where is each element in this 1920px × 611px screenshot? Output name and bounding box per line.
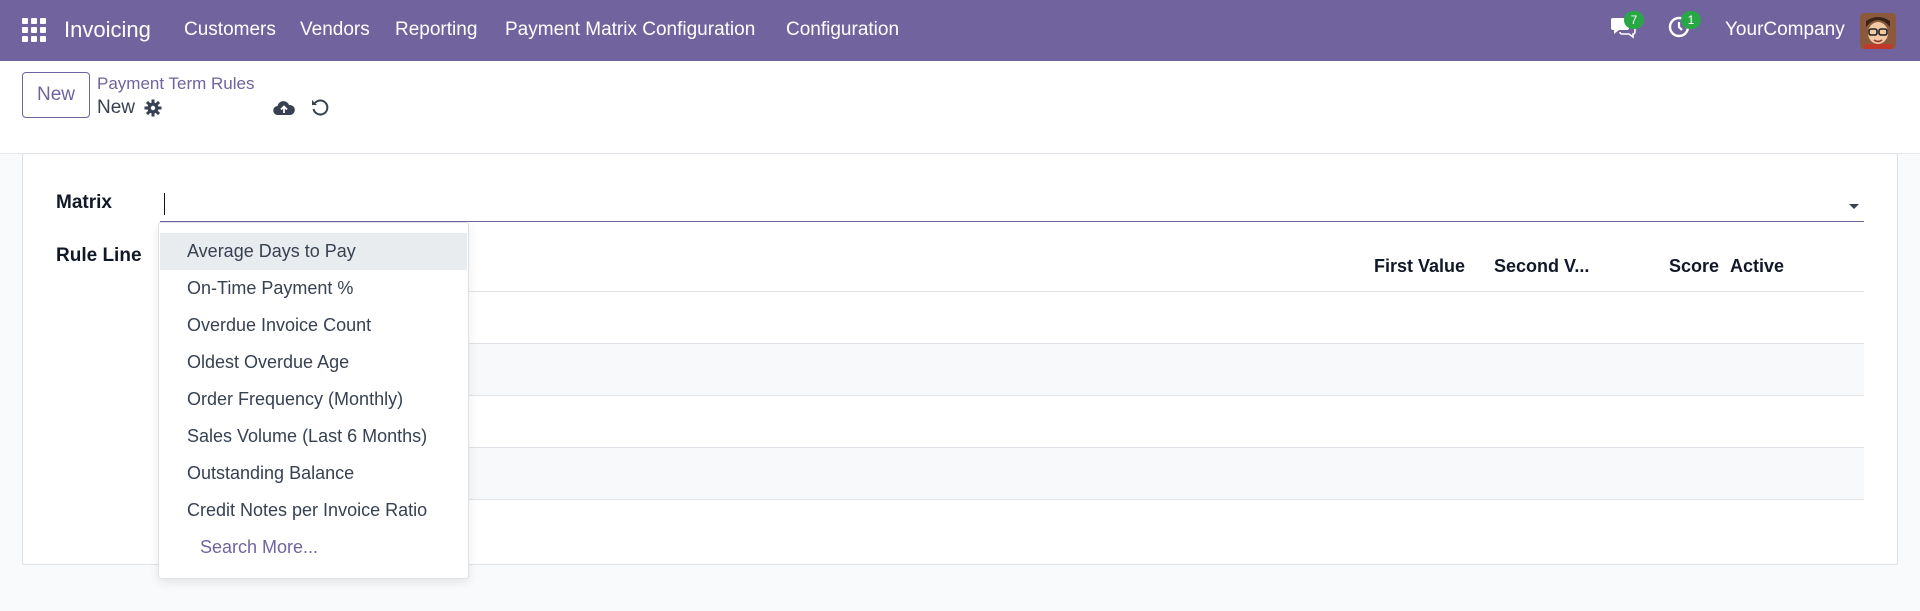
matrix-dropdown-caret-icon[interactable]	[1849, 204, 1859, 209]
menu-configuration[interactable]: Configuration	[786, 19, 899, 41]
dropdown-option[interactable]: Sales Volume (Last 6 Months)	[160, 418, 467, 455]
rule-line-label: Rule Line	[56, 245, 142, 266]
dropdown-option[interactable]: On-Time Payment %	[160, 270, 467, 307]
user-avatar[interactable]	[1860, 13, 1896, 49]
activities-button[interactable]: 1	[1667, 11, 1701, 43]
dropdown-option[interactable]: Credit Notes per Invoice Ratio	[160, 492, 467, 529]
apps-menu-icon[interactable]	[22, 18, 46, 42]
search-more-link[interactable]: Search More...	[200, 529, 318, 566]
dropdown-option[interactable]: Oldest Overdue Age	[160, 344, 467, 381]
save-cloud-icon[interactable]	[273, 99, 295, 117]
breadcrumb-payment-term-rules[interactable]: Payment Term Rules	[97, 74, 254, 94]
dropdown-option[interactable]: Outstanding Balance	[160, 455, 467, 492]
matrix-label: Matrix	[56, 192, 112, 213]
column-score[interactable]: Score	[1669, 256, 1719, 277]
discard-undo-icon[interactable]	[310, 98, 330, 118]
top-navbar: Invoicing Customers Vendors Reporting Pa…	[0, 0, 1920, 61]
matrix-field[interactable]	[160, 188, 1864, 222]
column-second-value[interactable]: Second V...	[1494, 256, 1589, 277]
menu-customers[interactable]: Customers	[184, 19, 276, 41]
text-cursor	[164, 193, 165, 215]
dropdown-option[interactable]: Overdue Invoice Count	[160, 307, 467, 344]
breadcrumb-current-record: New	[97, 97, 136, 118]
column-active[interactable]: Active	[1730, 256, 1784, 277]
menu-reporting[interactable]: Reporting	[395, 19, 477, 41]
avatar-face-icon	[1860, 13, 1896, 49]
dropdown-option[interactable]: Order Frequency (Monthly)	[160, 381, 467, 418]
activities-badge: 1	[1681, 11, 1701, 29]
messages-badge: 7	[1624, 11, 1644, 29]
app-name[interactable]: Invoicing	[64, 17, 151, 43]
gear-icon[interactable]	[144, 99, 162, 117]
messages-button[interactable]: 7	[1610, 11, 1644, 43]
new-button[interactable]: New	[22, 72, 90, 118]
column-first-value[interactable]: First Value	[1374, 256, 1465, 277]
menu-payment-matrix-configuration[interactable]: Payment Matrix Configuration	[505, 19, 755, 41]
company-switcher[interactable]: YourCompany	[1725, 19, 1845, 41]
dropdown-option[interactable]: Average Days to Pay	[160, 233, 467, 270]
menu-vendors[interactable]: Vendors	[300, 19, 370, 41]
control-panel: New Payment Term Rules New	[0, 61, 1920, 154]
matrix-autocomplete-dropdown: Average Days to Pay On-Time Payment % Ov…	[158, 222, 469, 579]
